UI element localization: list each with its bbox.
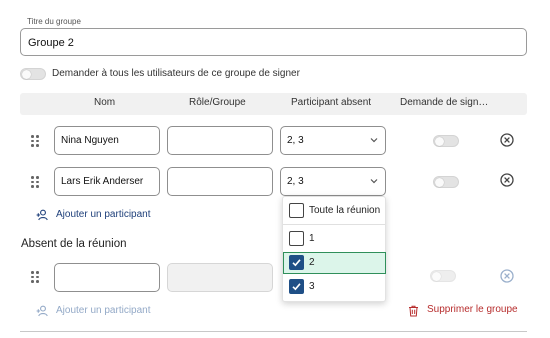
participant-role-input[interactable] xyxy=(167,167,273,196)
chevron-down-icon xyxy=(370,179,378,184)
chevron-down-icon xyxy=(370,138,378,143)
participant-name-input[interactable]: Nina Nguyen xyxy=(54,126,160,155)
sign-request-toggle[interactable] xyxy=(433,135,459,147)
drag-handle-icon[interactable] xyxy=(31,176,39,188)
checkmark-icon xyxy=(292,283,301,291)
toggle-knob xyxy=(435,178,444,187)
checkbox[interactable] xyxy=(289,279,304,294)
group-title-legend: Titre du groupe xyxy=(26,17,82,26)
participant-name-input[interactable]: Lars Erik Anderser xyxy=(54,167,160,196)
add-absent-participant-button: Ajouter un participant xyxy=(36,305,176,319)
dropdown-option-label: 2 xyxy=(309,257,315,268)
participant-role-input[interactable] xyxy=(167,126,273,155)
divider xyxy=(20,331,527,332)
dropdown-option-all-meeting[interactable]: Toute la réunion xyxy=(283,200,385,222)
column-header-absent: Participant absent xyxy=(291,97,372,108)
add-participant-button[interactable]: Ajouter un participant xyxy=(36,209,176,223)
absent-sign-request-toggle xyxy=(430,270,456,282)
absent-select[interactable]: 2, 3 xyxy=(280,167,386,196)
drag-handle-icon[interactable] xyxy=(31,271,39,283)
delete-group-button[interactable]: Supprimer le groupe xyxy=(408,304,528,318)
checkbox[interactable] xyxy=(289,231,304,246)
checkmark-icon xyxy=(292,259,301,267)
remove-participant-icon[interactable] xyxy=(500,133,514,147)
sign-request-toggle[interactable] xyxy=(433,176,459,188)
delete-group-label: Supprimer le groupe xyxy=(427,304,518,315)
absent-section-heading: Absent de la réunion xyxy=(21,238,127,250)
absent-role-input xyxy=(167,263,273,292)
ask-all-label: Demander à tous les utilisateurs de ce g… xyxy=(52,68,300,79)
absent-dropdown-menu: Toute la réunion 1 2 3 xyxy=(282,196,386,302)
dropdown-separator xyxy=(283,224,385,225)
column-header-sign-request: Demande de sign… xyxy=(400,97,489,108)
add-absent-participant-label: Ajouter un participant xyxy=(56,305,151,316)
checkbox[interactable] xyxy=(289,255,304,270)
remove-absent-icon[interactable] xyxy=(500,269,514,283)
absent-select[interactable]: 2, 3 xyxy=(280,126,386,155)
dropdown-option-2[interactable]: 2 xyxy=(283,252,386,274)
trash-icon xyxy=(409,305,418,317)
group-title-value: Groupe 2 xyxy=(28,37,74,49)
toggle-knob xyxy=(432,272,441,281)
toggle-knob xyxy=(22,70,31,79)
absent-name-input[interactable] xyxy=(54,263,160,292)
dropdown-option-3[interactable]: 3 xyxy=(283,276,385,298)
toggle-knob xyxy=(435,137,444,146)
column-header-role: Rôle/Groupe xyxy=(189,97,246,108)
dropdown-option-1[interactable]: 1 xyxy=(283,228,385,250)
dropdown-option-label: Toute la réunion xyxy=(309,205,381,216)
ask-all-toggle[interactable] xyxy=(20,68,46,80)
drag-handle-icon[interactable] xyxy=(31,135,39,147)
add-participant-label: Ajouter un participant xyxy=(56,209,151,220)
remove-participant-icon[interactable] xyxy=(500,173,514,187)
column-header-name: Nom xyxy=(94,97,116,108)
absent-select-value: 2, 3 xyxy=(287,176,304,187)
checkbox[interactable] xyxy=(289,203,304,218)
absent-select-value: 2, 3 xyxy=(287,135,304,146)
dropdown-option-label: 3 xyxy=(309,281,315,292)
dropdown-option-label: 1 xyxy=(309,233,315,244)
add-person-icon xyxy=(36,209,48,221)
group-title-field[interactable]: Groupe 2 xyxy=(20,28,527,56)
add-person-icon xyxy=(36,305,48,317)
